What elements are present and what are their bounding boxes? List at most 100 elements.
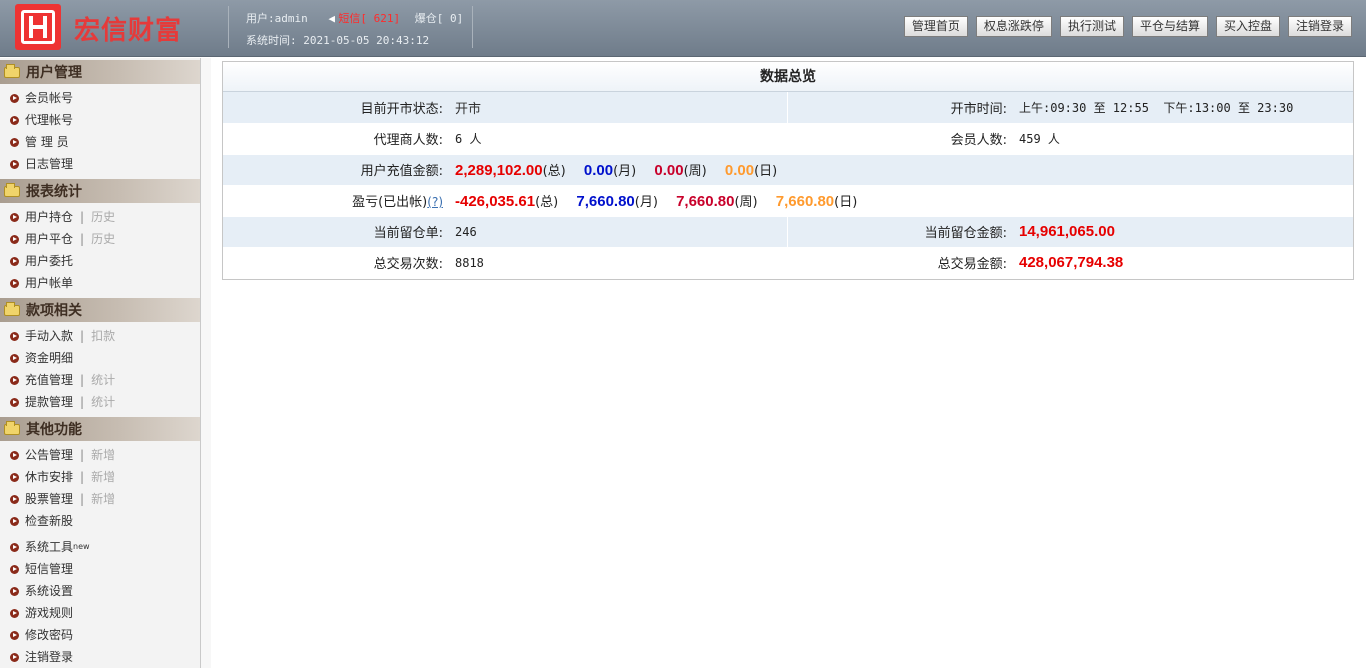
recharge-day: 0.00 bbox=[724, 162, 755, 179]
header-info: 用户:admin ◀ 短信[ 621] 爆仓[ 0] 系统时间: 2021-05-… bbox=[246, 8, 463, 52]
system-time: 系统时间: 2021-05-05 20:43:12 bbox=[246, 34, 430, 47]
recharge-month: 0.00 bbox=[583, 162, 614, 179]
current-user: 用户:admin bbox=[246, 12, 308, 25]
table-row: 用户充值金额: 2,289,102.00(总) 0.00(月) 0.00(周) … bbox=[223, 154, 1353, 186]
table-row: 当前留仓单: 246 当前留仓金额: 14,961,065.00 bbox=[223, 216, 1353, 248]
new-badge: new bbox=[73, 542, 90, 551]
overview-panel: 数据总览 目前开市状态: 开市 开市时间: 上午:09:30 至 12:55 下… bbox=[222, 61, 1354, 280]
arrow-bullet-icon bbox=[10, 494, 19, 504]
liquidation-count[interactable]: 爆仓[ 0] bbox=[415, 12, 464, 25]
sidebar-item-user-positions[interactable]: 用户持仓 | 历史 bbox=[0, 206, 200, 228]
arrow-bullet-icon bbox=[10, 256, 19, 266]
sidebar-item-check-new-stocks[interactable]: 检查新股 bbox=[0, 510, 200, 532]
folder-icon bbox=[4, 301, 20, 316]
header-divider bbox=[228, 6, 229, 48]
frame-splitter[interactable] bbox=[201, 58, 211, 668]
sidebar-item-user-bills[interactable]: 用户帐单 bbox=[0, 272, 200, 294]
logout-button[interactable]: 注销登录 bbox=[1287, 16, 1352, 37]
overview-table: 目前开市状态: 开市 开市时间: 上午:09:30 至 12:55 下午:13:… bbox=[223, 92, 1353, 279]
market-status-value: 开市 bbox=[449, 92, 787, 124]
arrow-bullet-icon bbox=[10, 137, 19, 147]
dividend-limit-button[interactable]: 权息涨跌停 bbox=[975, 16, 1052, 37]
profit-label: 盈亏(已出帐)(?) bbox=[223, 185, 449, 217]
arrow-bullet-icon bbox=[10, 450, 19, 460]
sms-link[interactable]: 短信[ 621] bbox=[338, 12, 400, 25]
sidebar-item-fund-details[interactable]: 资金明细 bbox=[0, 347, 200, 369]
sidebar-item-member-accounts[interactable]: 会员帐号 bbox=[0, 87, 200, 109]
sidebar-item-change-password[interactable]: 修改密码 bbox=[0, 624, 200, 646]
agent-count-value: 6 人 bbox=[449, 123, 787, 155]
profit-month: 7,660.80 bbox=[576, 193, 635, 210]
folder-icon bbox=[4, 420, 20, 435]
recharge-label: 用户充值金额: bbox=[223, 154, 449, 186]
deduct-link[interactable]: 扣款 bbox=[91, 325, 115, 347]
profit-help-link[interactable]: (?) bbox=[427, 195, 443, 209]
profit-day: 7,660.80 bbox=[775, 193, 835, 210]
sidebar-item-logs[interactable]: 日志管理 bbox=[0, 153, 200, 175]
top-header: 宏信财富 用户:admin ◀ 短信[ 621] 爆仓[ 0] 系统时间: 202… bbox=[0, 0, 1366, 57]
logo-icon bbox=[15, 4, 61, 50]
sidebar-item-logout[interactable]: 注销登录 bbox=[0, 646, 200, 668]
panel-title: 数据总览 bbox=[223, 62, 1353, 92]
buy-control-button[interactable]: 买入控盘 bbox=[1215, 16, 1280, 37]
add-link[interactable]: 新增 bbox=[91, 444, 115, 466]
sidebar-item-game-rules[interactable]: 游戏规则 bbox=[0, 602, 200, 624]
run-test-button[interactable]: 执行测试 bbox=[1059, 16, 1124, 37]
arrow-bullet-icon bbox=[10, 397, 19, 407]
positions-value: 246 bbox=[449, 216, 787, 248]
arrow-bullet-icon bbox=[10, 234, 19, 244]
table-row: 目前开市状态: 开市 开市时间: 上午:09:30 至 12:55 下午:13:… bbox=[223, 92, 1353, 124]
sidebar-item-withdraw[interactable]: 提款管理 | 统计 bbox=[0, 391, 200, 413]
trade-amount-label: 总交易金额: bbox=[787, 247, 1013, 279]
sidebar-item-agent-accounts[interactable]: 代理帐号 bbox=[0, 109, 200, 131]
arrow-bullet-icon bbox=[10, 472, 19, 482]
sidebar-item-system-settings[interactable]: 系统设置 bbox=[0, 580, 200, 602]
trade-count-value: 8818 bbox=[449, 247, 787, 279]
profit-values: -426,035.61(总) 7,660.80(月) 7,660.80(周) 7… bbox=[449, 185, 1353, 217]
arrow-bullet-icon bbox=[10, 115, 19, 125]
positions-label: 当前留仓单: bbox=[223, 216, 449, 248]
member-count-value: 459 人 bbox=[1013, 123, 1353, 155]
table-row: 总交易次数: 8818 总交易金额: 428,067,794.38 bbox=[223, 247, 1353, 279]
sidebar-item-user-closed[interactable]: 用户平仓 | 历史 bbox=[0, 228, 200, 250]
recharge-total: 2,289,102.00 bbox=[455, 162, 543, 179]
sidebar-section-other[interactable]: 其他功能 bbox=[0, 417, 200, 441]
folder-icon bbox=[4, 63, 20, 78]
sidebar-item-sms[interactable]: 短信管理 bbox=[0, 558, 200, 580]
sidebar-section-funds[interactable]: 款项相关 bbox=[0, 298, 200, 322]
table-row: 代理商人数: 6 人 会员人数: 459 人 bbox=[223, 123, 1353, 155]
sidebar-item-recharge[interactable]: 充值管理 | 统计 bbox=[0, 369, 200, 391]
sidebar-item-user-orders[interactable]: 用户委托 bbox=[0, 250, 200, 272]
add-link[interactable]: 新增 bbox=[91, 466, 115, 488]
arrow-bullet-icon bbox=[10, 278, 19, 288]
sidebar: 用户管理 会员帐号 代理帐号 管 理 员 日志管理 报表统计 用户持仓 | 历史 用… bbox=[0, 58, 201, 668]
sidebar-section-user-management[interactable]: 用户管理 bbox=[0, 60, 200, 84]
arrow-bullet-icon bbox=[10, 564, 19, 574]
arrow-bullet-icon bbox=[10, 353, 19, 363]
recharge-values: 2,289,102.00(总) 0.00(月) 0.00(周) 0.00(日) bbox=[449, 154, 1353, 186]
sidebar-item-stocks[interactable]: 股票管理 | 新增 bbox=[0, 488, 200, 510]
arrow-bullet-icon bbox=[10, 331, 19, 341]
sidebar-item-administrators[interactable]: 管 理 员 bbox=[0, 131, 200, 153]
close-settle-button[interactable]: 平仓与结算 bbox=[1131, 16, 1208, 37]
arrow-bullet-icon bbox=[10, 652, 19, 662]
admin-home-button[interactable]: 管理首页 bbox=[903, 16, 968, 37]
sidebar-item-manual-deposit[interactable]: 手动入款 | 扣款 bbox=[0, 325, 200, 347]
header-divider bbox=[472, 6, 473, 48]
history-link[interactable]: 历史 bbox=[91, 206, 115, 228]
open-time-label: 开市时间: bbox=[786, 92, 1013, 124]
sidebar-item-system-tools[interactable]: 系统工具 new bbox=[0, 536, 200, 558]
sidebar-item-announcements[interactable]: 公告管理 | 新增 bbox=[0, 444, 200, 466]
sidebar-item-market-holidays[interactable]: 休市安排 | 新增 bbox=[0, 466, 200, 488]
sidebar-section-reports[interactable]: 报表统计 bbox=[0, 179, 200, 203]
arrow-bullet-icon bbox=[10, 212, 19, 222]
history-link[interactable]: 历史 bbox=[91, 228, 115, 250]
stats-link[interactable]: 统计 bbox=[91, 369, 115, 391]
main-content: 数据总览 目前开市状态: 开市 开市时间: 上午:09:30 至 12:55 下… bbox=[222, 61, 1354, 280]
arrow-bullet-icon bbox=[10, 516, 19, 526]
add-link[interactable]: 新增 bbox=[91, 488, 115, 510]
arrow-bullet-icon bbox=[10, 630, 19, 640]
trade-amount-value: 428,067,794.38 bbox=[1013, 247, 1353, 279]
recharge-week: 0.00 bbox=[654, 162, 684, 179]
stats-link[interactable]: 统计 bbox=[91, 391, 115, 413]
